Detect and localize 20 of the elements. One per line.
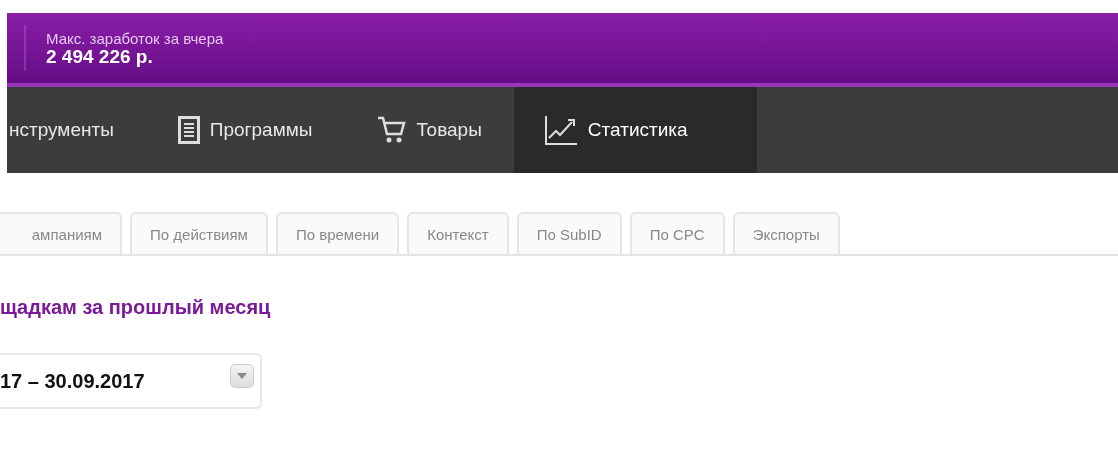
tab[interactable]: По времени (275, 212, 400, 254)
tab[interactable]: По SubID (516, 212, 622, 254)
tab[interactable]: По действиям (130, 212, 268, 254)
dropdown-button[interactable] (230, 364, 254, 388)
section-heading: щадкам за прошлый месяц (0, 296, 272, 319)
tab[interactable]: ампаниям (0, 212, 122, 254)
nav-item[interactable]: Товары (344, 87, 514, 173)
chart-icon (543, 114, 578, 146)
nav-item[interactable]: Программы (145, 87, 345, 173)
date-range-field[interactable]: 17 – 30.09.2017 (0, 353, 262, 409)
tab[interactable]: По CPC (629, 212, 725, 254)
earnings-value: 2 494 226 р. (46, 46, 153, 67)
nav-item[interactable]: Статистика (513, 87, 757, 173)
caret-icon (237, 373, 247, 379)
document-icon (177, 116, 200, 144)
cart-icon (376, 115, 407, 145)
tab[interactable]: Контекст (407, 212, 509, 254)
earnings-label: Макс. заработок за вчера (46, 29, 224, 47)
nav-item[interactable]: нструменты (7, 87, 146, 173)
tab[interactable]: Экспорты (732, 212, 840, 254)
